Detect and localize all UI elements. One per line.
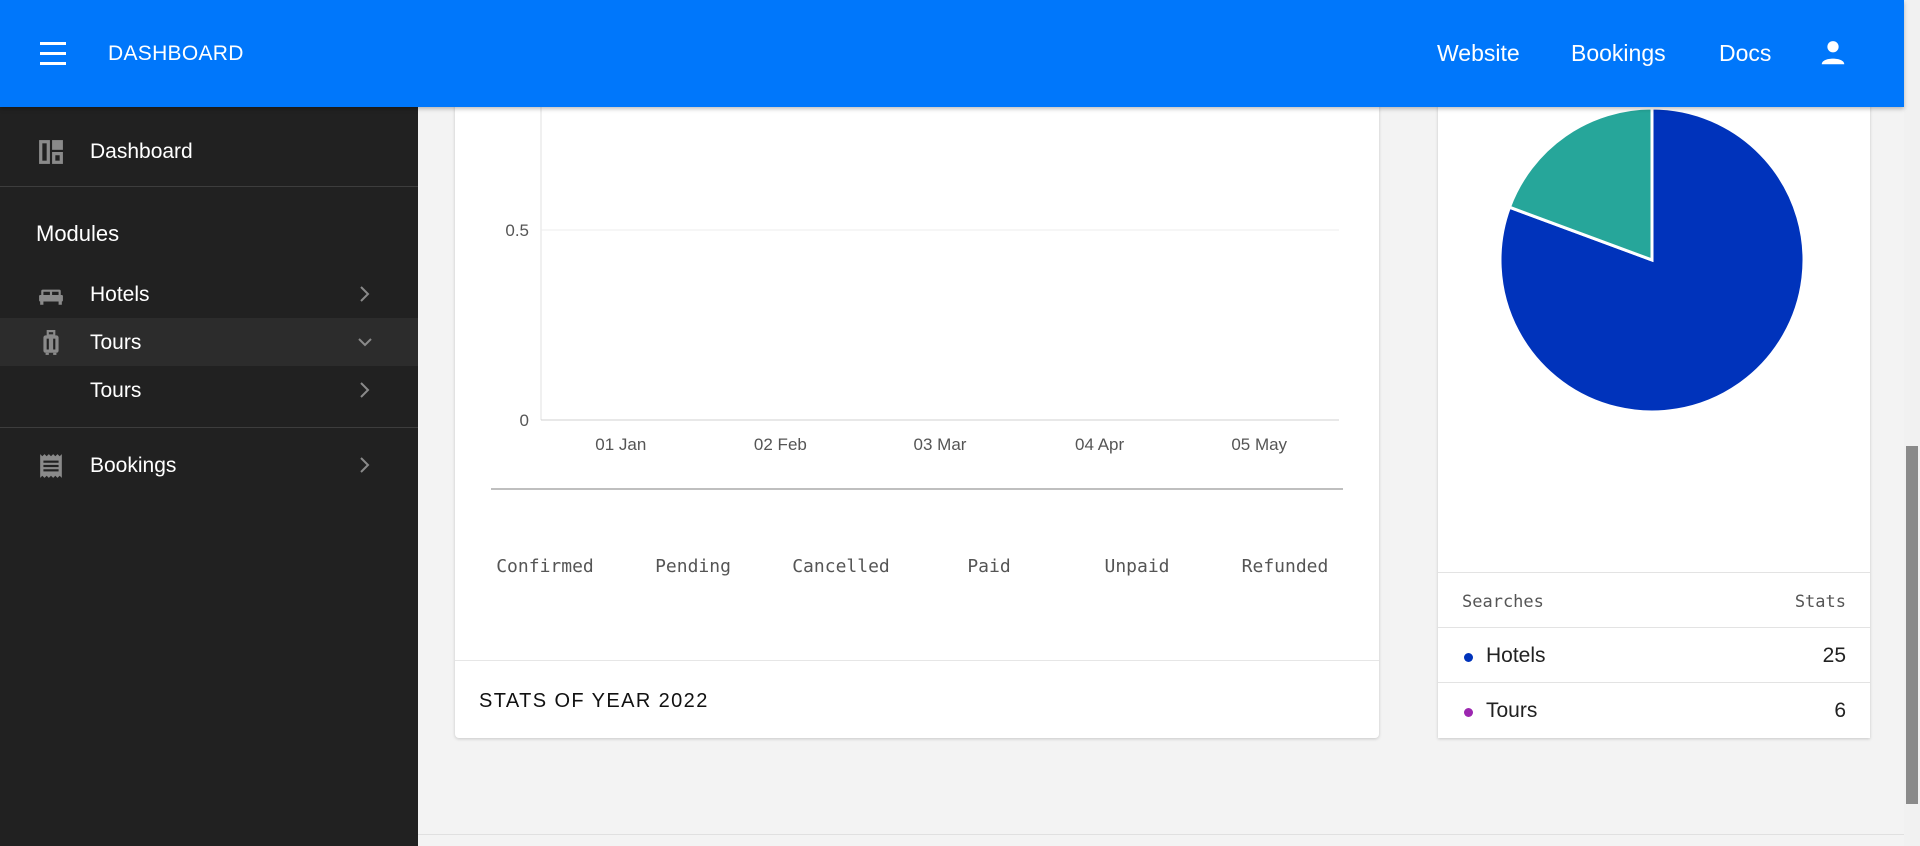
x-tick-label: 02 Feb <box>754 435 807 454</box>
table-header-stats: Stats <box>1794 592 1846 612</box>
y-tick-label: 0 <box>520 411 529 430</box>
bookings-line-chart: 0 0.5 01 Jan 02 Feb 03 Mar 04 Apr 05 May <box>491 80 1343 490</box>
bed-icon <box>39 289 63 305</box>
status-refunded: Refunded <box>1241 556 1329 577</box>
sidebar-item-label: Tours <box>90 379 142 402</box>
table-divider <box>1438 682 1870 683</box>
sidebar-item-hotels[interactable]: Hotels <box>0 270 418 318</box>
sidebar-item-label: Bookings <box>90 454 177 477</box>
account-icon[interactable] <box>1818 38 1848 68</box>
x-tick-label: 03 Mar <box>914 435 967 454</box>
legend-dot <box>1464 708 1473 717</box>
status-pending: Pending <box>655 556 731 577</box>
app-title[interactable]: DASHBOARD <box>108 42 244 66</box>
sidebar-item-label: Tours <box>90 331 142 354</box>
sidebar-item-label: Hotels <box>90 283 150 306</box>
bookings-chart-card: 0 0.5 01 Jan 02 Feb 03 Mar 04 Apr 05 May Confi… <box>455 80 1379 738</box>
sidebar-item-tours[interactable]: Tours <box>0 318 418 366</box>
searches-stats-card: Searches Stats Hotels 25 Tours 6 <box>1438 80 1870 738</box>
page-scrollbar[interactable] <box>1904 0 1920 846</box>
sidebar-heading-modules: Modules <box>36 221 120 246</box>
x-tick-label: 05 May <box>1231 435 1287 454</box>
nav-bookings-link[interactable]: Bookings <box>1571 40 1666 67</box>
chevron-right-icon <box>360 382 370 398</box>
searches-pie-chart <box>1498 106 1806 414</box>
sidebar-item-label: Dashboard <box>90 140 193 163</box>
row-value: 25 <box>1822 644 1846 667</box>
dashboard-icon <box>39 140 63 164</box>
hamburger-icon[interactable] <box>38 42 68 66</box>
legend-dot <box>1464 653 1473 662</box>
x-tick-label: 04 Apr <box>1075 435 1124 454</box>
booking-status-row: Confirmed Pending Cancelled Paid Unpaid … <box>455 556 1379 577</box>
row-name: Hotels <box>1486 644 1546 667</box>
sidebar-divider <box>0 427 418 428</box>
status-cancelled: Cancelled <box>792 556 890 577</box>
status-confirmed: Confirmed <box>496 556 594 577</box>
table-header-searches: Searches <box>1462 592 1544 612</box>
row-name: Tours <box>1486 699 1538 722</box>
table-divider <box>1438 572 1870 573</box>
sidebar: Dashboard Modules Hotels Tours Tours Boo… <box>0 107 418 846</box>
top-app-bar: DASHBOARD Website Bookings Docs <box>0 0 1904 107</box>
receipt-icon <box>40 454 62 478</box>
chevron-down-icon <box>358 338 372 347</box>
sidebar-item-dashboard[interactable]: Dashboard <box>0 127 418 175</box>
y-tick-label: 0.5 <box>505 221 529 240</box>
table-divider <box>1438 627 1870 628</box>
sidebar-item-bookings[interactable]: Bookings <box>0 441 418 489</box>
status-paid: Paid <box>967 556 1011 577</box>
chart-card-title: STATS OF YEAR 2022 <box>479 690 709 712</box>
chevron-right-icon <box>360 457 370 473</box>
sidebar-subitem-tours[interactable]: Tours <box>0 366 418 414</box>
nav-docs-link[interactable]: Docs <box>1719 40 1771 67</box>
nav-website-link[interactable]: Website <box>1437 40 1520 67</box>
card-divider <box>455 660 1379 661</box>
status-unpaid: Unpaid <box>1104 556 1170 577</box>
x-tick-label: 01 Jan <box>595 435 646 454</box>
luggage-icon <box>43 330 59 355</box>
row-value: 6 <box>1834 699 1846 722</box>
sidebar-divider <box>0 186 418 187</box>
chevron-right-icon <box>360 286 370 302</box>
scrollbar-thumb[interactable] <box>1906 446 1918 804</box>
footer-divider <box>418 834 1904 835</box>
